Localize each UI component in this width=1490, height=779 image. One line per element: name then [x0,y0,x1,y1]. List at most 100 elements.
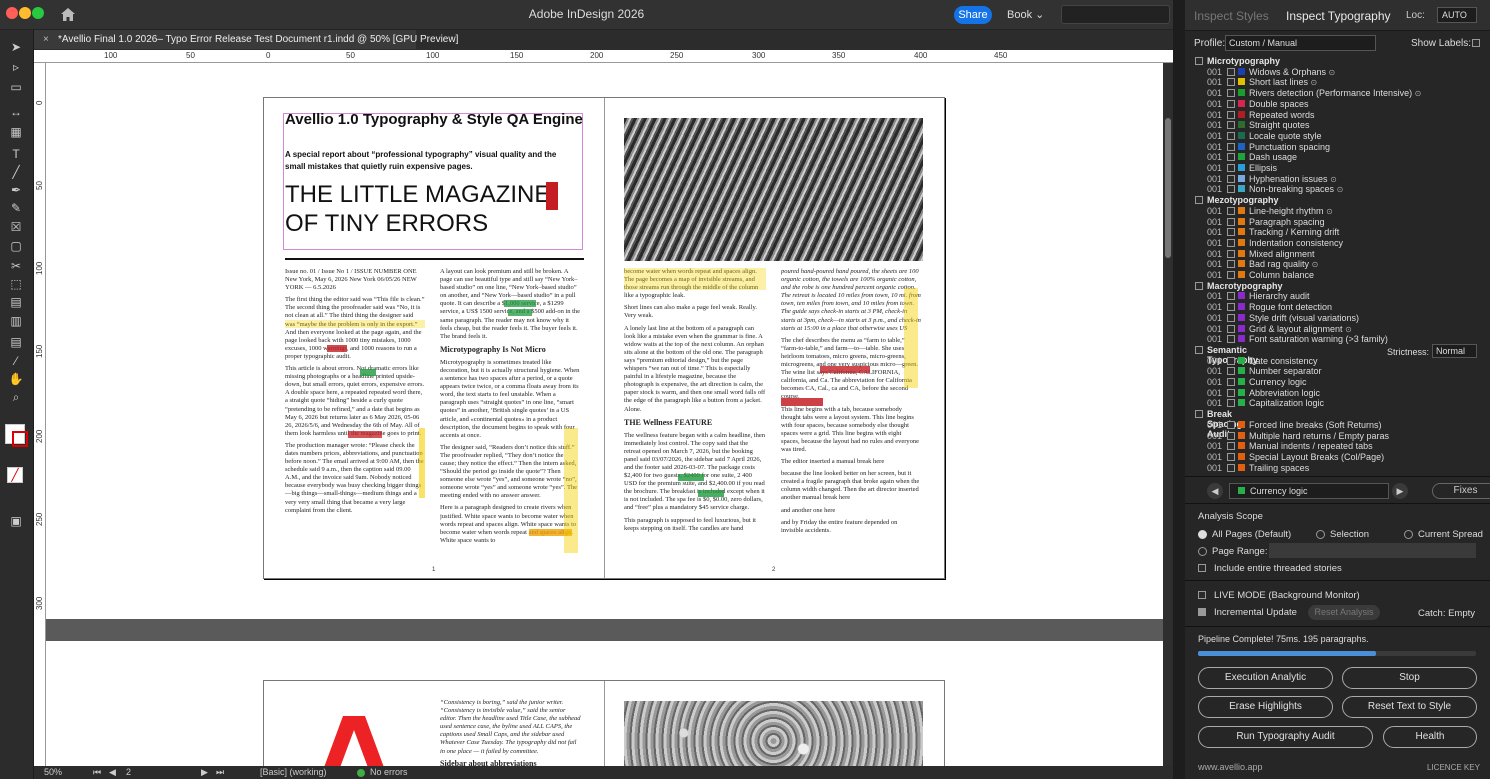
check-item-checkbox[interactable] [1227,206,1235,215]
footer-site-link[interactable]: www.avellio.app [1198,762,1263,772]
check-item-checkbox[interactable] [1227,78,1235,87]
last-page-icon[interactable]: ⏭ [216,766,224,779]
check-item[interactable]: 001 Hyphenation issues ⊙ [1195,174,1485,184]
hand-tool-icon[interactable]: ✋ [8,372,24,386]
check-item[interactable]: 001 Abbreviation logic [1195,388,1485,398]
page-headline[interactable]: THE LITTLE MAGAZINE OF TINY ERRORS [285,180,560,238]
scope-all-option[interactable]: All Pages (Default) [1198,529,1291,540]
text-column-p2-c1[interactable]: become water when words repeat and space… [624,268,766,558]
profile-select[interactable]: Custom / Manual [1225,35,1376,51]
check-item-checkbox[interactable] [1227,292,1235,301]
check-item-checkbox[interactable] [1227,249,1235,258]
check-item-checkbox[interactable] [1227,335,1235,344]
info-icon[interactable]: ⊙ [1311,78,1318,87]
paragraph[interactable]: The editor inserted a manual break here [781,458,921,466]
check-item[interactable]: 001 Currency logic [1195,377,1485,387]
check-item[interactable]: 001 Ellipsis [1195,163,1485,173]
spread-pages-1-2[interactable]: Avellio 1.0 Typography & Style QA Engine… [263,97,945,579]
prev-page-icon[interactable]: ◀ [109,766,116,779]
check-item[interactable]: 001 Style drift (visual variations) [1195,313,1485,323]
next-page-icon[interactable]: ▶ [201,766,208,779]
check-item[interactable]: 001 Punctuation spacing [1195,142,1485,152]
document-tab[interactable]: × *Avellio Final 1.0 2026– Typo Error Re… [34,30,458,49]
apply-none-icon[interactable]: ╱ [7,467,23,483]
paragraph[interactable]: This article is about errors. Not dramat… [285,365,425,438]
health-button[interactable]: Health [1383,726,1477,748]
selection-tool-icon[interactable]: ➤ [8,40,24,54]
scope-selection-option[interactable]: Selection [1316,529,1369,540]
check-item[interactable]: 001 Capitalization logic [1195,398,1485,408]
check-item[interactable]: 001 Hierarchy audit [1195,291,1485,301]
check-item[interactable]: 001 Grid & layout alignment ⊙ [1195,324,1485,334]
paragraph[interactable]: The wellness feature began with a calm h… [624,432,766,513]
check-item[interactable]: 001 Bad rag quality ⊙ [1195,259,1485,269]
check-item[interactable]: 001 Rogue font detection [1195,302,1485,312]
paragraph[interactable]: A lonely last line at the bottom of a pa… [624,325,766,414]
info-icon[interactable]: ⊙ [1330,175,1337,184]
check-item[interactable]: 001 Double spaces [1195,99,1485,109]
strictness-select[interactable]: Normal [1432,344,1477,358]
check-item[interactable]: 001 Indentation consistency [1195,238,1485,248]
check-item-checkbox[interactable] [1227,142,1235,151]
check-item[interactable]: 001 Rivers detection (Performance Intensi… [1195,88,1485,98]
share-button[interactable]: Share [954,6,992,24]
paragraph[interactable]: Here is a paragraph designed to create r… [440,504,581,544]
screen-mode-icon[interactable]: ▣ [8,514,24,528]
scissors-tool-icon[interactable]: ✂ [8,259,24,273]
search-input[interactable] [1061,5,1170,24]
check-item-checkbox[interactable] [1227,378,1235,386]
gradient-swatch-tool-icon[interactable]: ▤ [8,295,24,309]
text-column-p2-c2[interactable]: poured hand-poured hand poured, the shee… [781,268,921,558]
section-heading[interactable]: THE Wellness FEATURE [624,418,766,428]
threaded-option[interactable]: Include entire threaded stories [1198,563,1342,574]
paragraph[interactable]: The designer said, “Readers don’t notice… [440,444,581,501]
check-item-checkbox[interactable] [1227,431,1235,440]
style-status[interactable]: [Basic] (working) [260,766,327,779]
check-item[interactable]: 001 Repeated words [1195,110,1485,120]
paragraph[interactable]: and by Friday the entire feature depende… [781,519,921,535]
check-item[interactable]: 001 Line-height rhythm ⊙ [1195,206,1485,216]
paragraph[interactable]: poured hand-poured hand poured, the shee… [781,268,921,333]
note-tool-icon[interactable]: ▤ [8,335,24,349]
zoom-tool-icon[interactable]: ⌕ [8,390,24,404]
check-item[interactable]: 001 Forced line breaks (Soft Returns) [1195,420,1485,430]
erase-highlights-button[interactable]: Erase Highlights [1198,696,1333,718]
prev-issue-icon[interactable]: ◀ [1207,483,1223,499]
check-item-checkbox[interactable] [1227,99,1235,108]
check-item-checkbox[interactable] [1227,356,1235,365]
check-item-checkbox[interactable] [1227,89,1235,98]
check-item-checkbox[interactable] [1227,324,1235,333]
check-item[interactable]: 001 Locale quote style [1195,131,1485,141]
check-item[interactable]: 001 Tracking / Kerning drift [1195,227,1485,237]
check-item[interactable]: 001 Number separator [1195,366,1485,376]
check-item-checkbox[interactable] [1227,217,1235,226]
info-icon[interactable]: ⊙ [1415,89,1422,98]
pencil-tool-icon[interactable]: ✎ [8,201,24,215]
check-item-checkbox[interactable] [1227,303,1235,312]
incremental-option[interactable]: Incremental Update [1198,607,1297,618]
check-item-checkbox[interactable] [1227,131,1235,140]
info-icon[interactable]: ⊙ [1326,207,1333,216]
group-checkbox[interactable] [1195,281,1203,290]
direct-selection-tool-icon[interactable]: ▹ [8,60,24,74]
check-item-checkbox[interactable] [1227,452,1235,461]
fixes-button[interactable]: Fixes [1432,483,1490,499]
close-tab-icon[interactable]: × [43,30,49,49]
paragraph[interactable]: This line begins with a tab, because som… [781,406,921,455]
line-tool-icon[interactable]: ╱ [8,165,24,179]
paragraph[interactable]: “Consistency is boring,” said the junior… [440,699,581,756]
paragraph[interactable]: The production manager wrote: “Please ch… [285,442,425,515]
check-item-checkbox[interactable] [1227,164,1235,172]
paragraph[interactable]: Issue no. 01 / Issue No 1 / ISSUE NUMBER… [285,268,425,292]
scope-range-option[interactable]: Page Range: [1198,546,1267,557]
threaded-checkbox[interactable] [1198,564,1206,573]
info-icon[interactable]: ⊙ [1329,68,1336,77]
spread-pages-3-4[interactable]: “Consistency is boring,” said the junior… [263,680,945,779]
stop-button[interactable]: Stop [1342,667,1477,689]
stroke-swatch-icon[interactable] [12,431,28,447]
group-checkbox[interactable] [1195,410,1203,419]
check-item-checkbox[interactable] [1227,185,1235,194]
licence-key-link[interactable]: LICENCE KEY [1427,763,1480,772]
check-item[interactable]: 001 Straight quotes [1195,120,1485,130]
check-item-checkbox[interactable] [1227,420,1235,429]
